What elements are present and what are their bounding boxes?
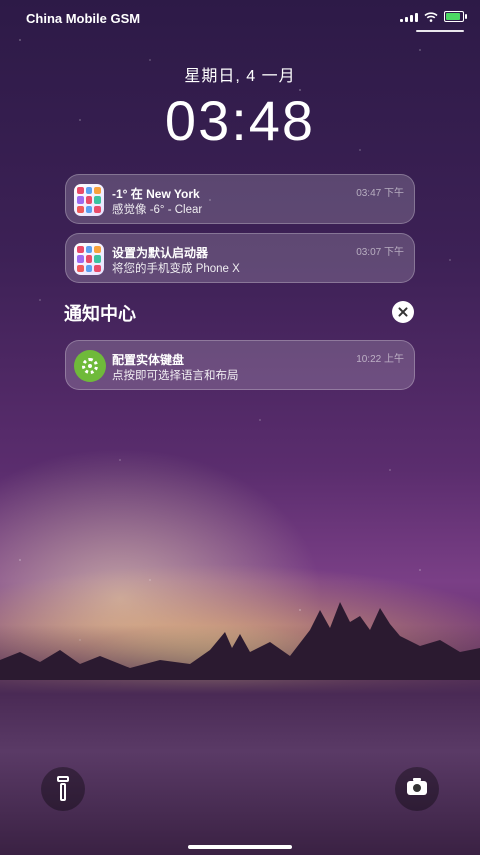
control-center-handle[interactable] [416,30,464,32]
notification-time: 10:22 上午 [356,354,404,365]
notification-title: 设置为默认启动器 [112,246,209,260]
lock-time: 03:48 [164,89,316,152]
flashlight-icon [57,776,69,802]
notification-time: 03:07 下午 [356,247,404,258]
launcher-app-icon [74,243,104,275]
launcher-app-icon [74,184,104,216]
lock-date: 星期日, 4 一月 [184,68,296,85]
notification-time: 03:47 下午 [356,188,404,199]
notification-body: 感觉像 -6° - Clear [112,204,203,216]
notification-default-launcher[interactable]: 设置为默认启动器 将您的手机变成 Phone X 03:07 下午 [65,233,415,283]
signal-icon [400,12,418,22]
notification-body: 点按即可选择语言和布局 [112,370,239,382]
camera-button[interactable] [395,767,439,811]
settings-gear-icon [74,350,106,382]
battery-icon [444,11,467,22]
home-indicator[interactable] [188,845,292,849]
notification-title: -1° 在 New York [112,187,200,201]
status-bar: China Mobile GSM [0,0,480,36]
wallpaper-trees [0,602,480,680]
wifi-icon [424,11,438,22]
carrier-name: China Mobile GSM [26,11,141,26]
notification-body: 将您的手机变成 Phone X [112,263,240,275]
clear-notifications-button[interactable] [392,301,414,323]
flashlight-button[interactable] [41,767,85,811]
notification-weather[interactable]: -1° 在 New York 感觉像 -6° - Clear 03:47 下午 [65,174,415,224]
notification-center-title: 通知中心 [64,304,136,324]
camera-icon [407,778,427,795]
notification-keyboard-setup[interactable]: 配置实体键盘 点按即可选择语言和布局 10:22 上午 [65,340,415,390]
status-icons [400,11,467,22]
notification-title: 配置实体键盘 [112,353,185,367]
